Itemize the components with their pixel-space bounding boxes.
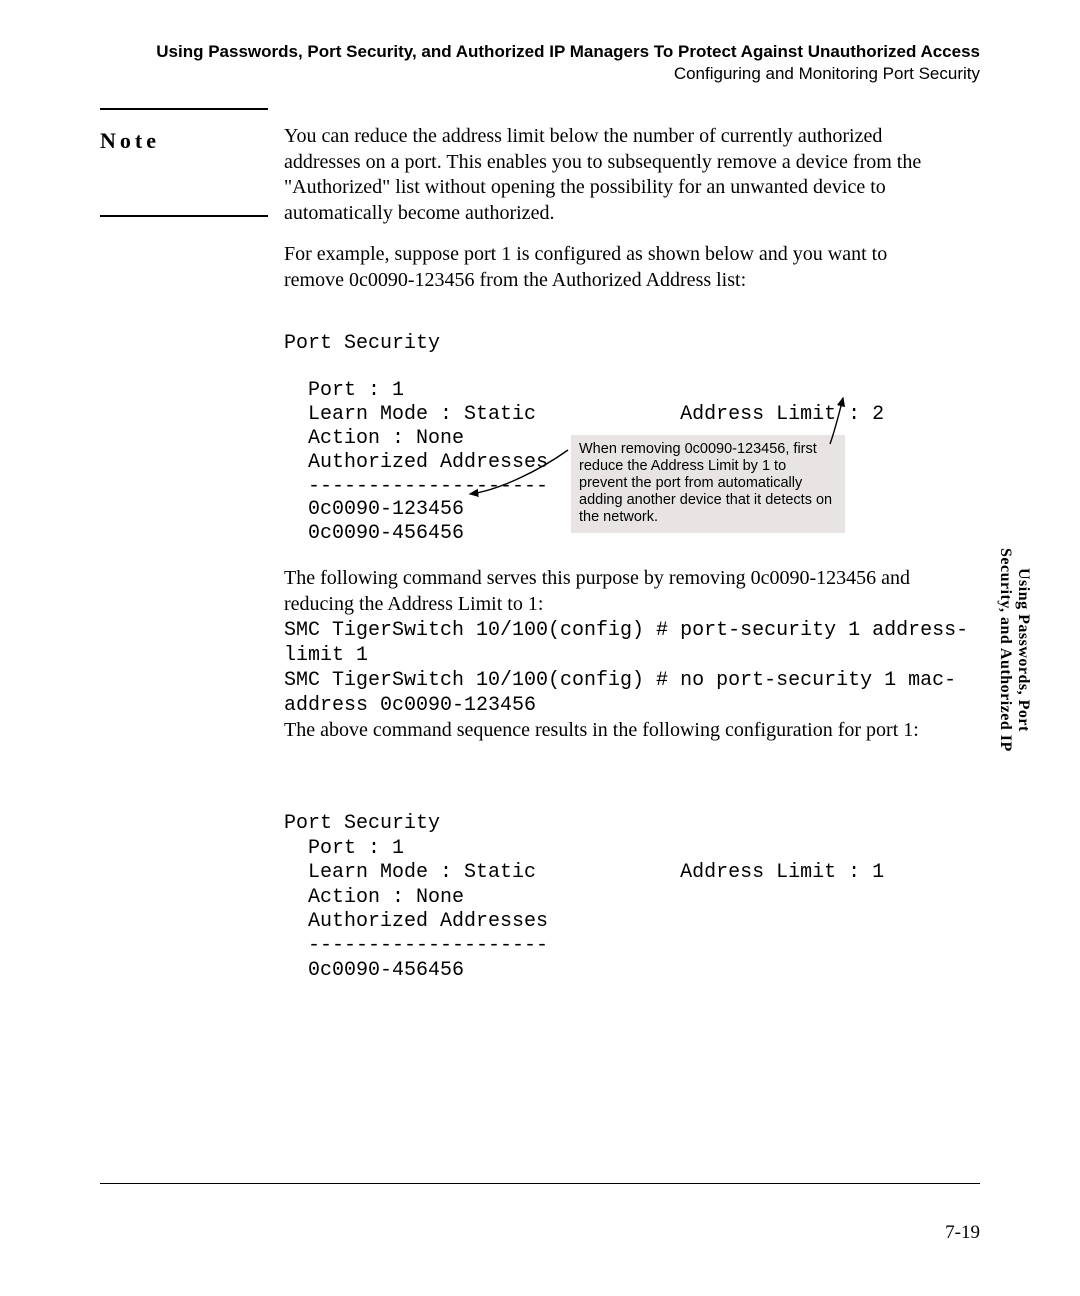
result-paragraph: The above command sequence results in th… <box>284 718 946 744</box>
fig1-auth-divider: -------------------- <box>284 475 548 498</box>
note-rule-bottom <box>100 215 268 217</box>
fig2-title: Port Security <box>284 812 440 835</box>
page-header: Using Passwords, Port Security, and Auth… <box>100 42 980 84</box>
side-tab-line2: Security, and Authorized IP <box>997 548 1014 752</box>
header-subtitle: Configuring and Monitoring Port Security <box>100 64 980 84</box>
code-line-3: SMC TigerSwitch 10/100(config) # no port… <box>284 669 956 692</box>
note-label: Note <box>100 128 160 154</box>
page: Using Passwords, Port Security, and Auth… <box>0 0 1080 1296</box>
port-security-figure-2: Port Security Port : 1 Learn Mode : Stat… <box>284 788 924 983</box>
note-paragraph: You can reduce the address limit below t… <box>284 124 946 226</box>
callout-note: When removing 0c0090-123456, first reduc… <box>571 435 845 533</box>
fig1-addr1: 0c0090-123456 <box>284 498 464 521</box>
code-line-1: SMC TigerSwitch 10/100(config) # port-se… <box>284 619 968 642</box>
fig2-action: Action : None <box>284 886 464 909</box>
fig2-auth-header: Authorized Addresses <box>284 910 548 933</box>
fig2-port: Port : 1 <box>284 837 404 860</box>
header-title: Using Passwords, Port Security, and Auth… <box>100 42 980 62</box>
fig1-title: Port Security <box>284 332 440 355</box>
fig1-learn-mode: Learn Mode : Static Address Limit : 2 <box>284 403 884 426</box>
side-tab-line1: Using Passwords, Port <box>1015 568 1032 732</box>
fig1-port: Port : 1 <box>284 379 404 402</box>
side-tab: Using Passwords, Port Security, and Auth… <box>996 548 1032 752</box>
command-intro-paragraph: The following command serves this purpos… <box>284 566 946 617</box>
fig2-learn-mode: Learn Mode : Static Address Limit : 1 <box>284 861 884 884</box>
fig1-action: Action : None <box>284 427 464 450</box>
fig1-addr2: 0c0090-456456 <box>284 522 464 545</box>
code-line-4: address 0c0090-123456 <box>284 694 536 717</box>
example-intro-paragraph: For example, suppose port 1 is configure… <box>284 242 946 293</box>
command-block: SMC TigerSwitch 10/100(config) # port-se… <box>284 618 946 718</box>
note-rule-top <box>100 108 268 110</box>
footer-rule <box>100 1183 980 1184</box>
page-number: 7-19 <box>945 1222 980 1244</box>
fig2-addr1: 0c0090-456456 <box>284 959 464 982</box>
code-line-2: limit 1 <box>284 644 368 667</box>
fig1-auth-header: Authorized Addresses <box>284 451 548 474</box>
fig2-auth-divider: -------------------- <box>284 934 548 957</box>
